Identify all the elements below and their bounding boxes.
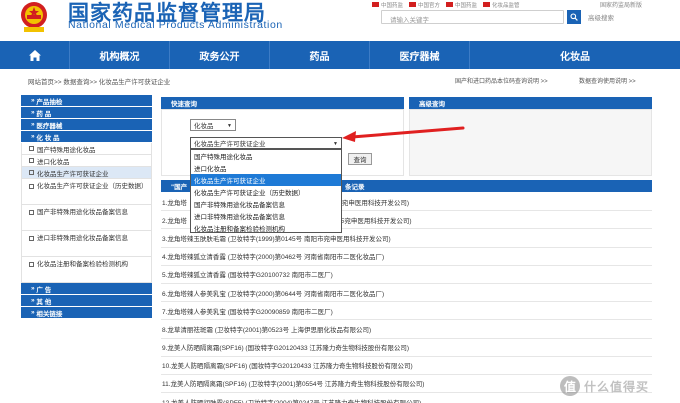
square-bullet-icon (29, 158, 34, 163)
square-bullet-icon (29, 262, 34, 267)
watermark-badge: 值 (560, 376, 580, 396)
dropdown-option-selected[interactable]: 化妆品生产许可获证企业 (191, 174, 341, 186)
query-guide-link[interactable]: 数据查询使用说明 >> (579, 76, 636, 85)
sidebar-section-drugs[interactable]: » 药 品 (21, 107, 152, 119)
result-row[interactable]: 10.龙美人防晒隔离霜(SPF16) (国妆特字G20120433 江苏隆力奇生… (161, 357, 652, 375)
sidebar-section-other[interactable]: » 其 他 (21, 295, 152, 307)
barcode-guide-link[interactable]: 国产和进口药品本位码查询说明 >> (455, 76, 548, 85)
dropdown-option[interactable]: 国产特殊用途化妆品 (191, 150, 341, 162)
advanced-search-title: 高级查询 (409, 97, 652, 109)
nav-item-gov[interactable]: 政务公开 (170, 41, 270, 69)
breadcrumb[interactable]: 网站首页>> 数据查询>> 化妆品生产许可获证企业 (28, 76, 170, 86)
sidebar-item[interactable]: 进口化妆品 (21, 155, 152, 167)
sidebar-item[interactable]: 国产非特殊用途化妆品备案信息 (21, 205, 152, 231)
sidebar-section-devices[interactable]: » 医疗器械 (21, 119, 152, 131)
square-bullet-icon (29, 184, 34, 189)
sidebar-section-cosmetics[interactable]: » 化 妆 品 (21, 131, 152, 143)
flag-icon (483, 2, 491, 7)
quick-search-title: 快速查询 (161, 97, 404, 109)
top-links: 中国药监 中国官方 中国药监 化妆品监管 (372, 0, 520, 9)
search-input[interactable]: 请输入关键字 (381, 10, 564, 24)
red-arrow-annotation (342, 126, 465, 142)
dropdown-arrow-icon: ▼ (227, 123, 232, 129)
sidebar-item-active[interactable]: 化妆品生产许可获证企业 (21, 167, 152, 179)
nav-item-cosmetics[interactable]: 化妆品 (470, 41, 680, 69)
result-row[interactable]: 6.龙角塔辣人参美乳宝 (卫妆特字(2000)第0644号 河南省南阳市二医化妆… (161, 284, 652, 303)
watermark-text: 什么值得买 (584, 379, 650, 394)
nav-home[interactable] (0, 41, 70, 69)
search-icon (570, 13, 578, 21)
sidebar: » 产品抽检 » 药 品 » 医疗器械 » 化 妆 品 国产特殊用途化妆品 进口… (21, 95, 152, 319)
results-count-label: 条记录 (345, 184, 365, 191)
national-emblem-icon (21, 2, 47, 32)
home-icon (28, 49, 41, 61)
category-select[interactable]: 化妆品 ▼ (190, 119, 236, 131)
dropdown-arrow-icon: ▼ (333, 141, 338, 147)
square-bullet-icon (29, 210, 34, 215)
sidebar-section-sampling[interactable]: » 产品抽检 (21, 95, 152, 107)
sidebar-item[interactable]: 化妆品生产许可获证企业（历史数据） (21, 179, 152, 205)
flag-icon (409, 2, 417, 7)
top-link[interactable]: 中国药监 (446, 0, 477, 9)
result-row[interactable]: 5.龙角塔辣狐立清香露 (国妆特字G20100732 南阳市二医厂) (161, 266, 652, 284)
site-header: 国家药品监督管理局 National Medical Products Admi… (0, 0, 680, 38)
nav-item-drugs[interactable]: 药品 (270, 41, 370, 69)
advanced-search-link[interactable]: 高级搜索 (588, 12, 614, 22)
sidebar-item[interactable]: 化妆品注册和备案检验检测机构 (21, 257, 152, 283)
site-subtitle: National Medical Products Administration (68, 19, 283, 31)
dropdown-option[interactable]: 化妆品生产许可获证企业（历史数据） (191, 186, 341, 198)
dropdown-option[interactable]: 化妆品注册和备案检验检测机构 (191, 222, 341, 234)
new-version-link[interactable]: 国家药监局新版 (600, 0, 642, 9)
sidebar-item[interactable]: 国产特殊用途化妆品 (21, 143, 152, 155)
top-link[interactable]: 中国药监 (372, 0, 403, 9)
top-link[interactable]: 化妆品监管 (483, 0, 520, 9)
subcategory-select[interactable]: 化妆品生产许可获证企业 ▼ (190, 137, 342, 149)
results-header-left: "国产 (171, 184, 188, 191)
flag-icon (446, 2, 454, 7)
result-row[interactable]: 7.龙角塔辣人参美乳宝 (国妆特字G20090859 南阳市二医厂) (161, 302, 652, 321)
dropdown-option[interactable]: 进口非特殊用途化妆品备案信息 (191, 210, 341, 222)
sidebar-section-ads[interactable]: » 广 告 (21, 283, 152, 295)
nav-item-about[interactable]: 机构概况 (70, 41, 170, 69)
sidebar-item[interactable]: 进口非特殊用途化妆品备案信息 (21, 231, 152, 257)
flag-icon (372, 2, 379, 7)
search-button[interactable] (567, 10, 581, 24)
result-row[interactable]: 4.龙角塔辣狐立清香露 (卫妆特字(2000)第0462号 河南省南阳市二医化妆… (161, 248, 652, 266)
nav-item-devices[interactable]: 医疗器械 (370, 41, 470, 69)
square-bullet-icon (29, 170, 34, 175)
subcategory-dropdown-list: 国产特殊用途化妆品 进口化妆品 化妆品生产许可获证企业 化妆品生产许可获证企业（… (190, 149, 342, 233)
main-nav: 机构概况 政务公开 药品 医疗器械 化妆品 (0, 41, 680, 69)
dropdown-option[interactable]: 国产非特殊用途化妆品备案信息 (191, 198, 341, 210)
dropdown-option[interactable]: 进口化妆品 (191, 162, 341, 174)
square-bullet-icon (29, 236, 34, 241)
sidebar-section-links[interactable]: » 相关链接 (21, 307, 152, 319)
top-link[interactable]: 中国官方 (409, 0, 440, 9)
result-row[interactable]: 8.龙草清丽祛斑霜 (卫妆特字(2001)第0523号 上海伊思丽化妆品有限公司… (161, 320, 652, 339)
result-row[interactable]: 9.龙美人防晒隔离霜(SPF16) (国妆特字G20120433 江苏隆力奇生物… (161, 339, 652, 357)
query-button[interactable]: 查询 (348, 153, 372, 165)
watermark: 值 什么值得买 (560, 376, 649, 396)
page: 国家药品监督管理局 National Medical Products Admi… (0, 0, 680, 403)
square-bullet-icon (29, 146, 34, 151)
